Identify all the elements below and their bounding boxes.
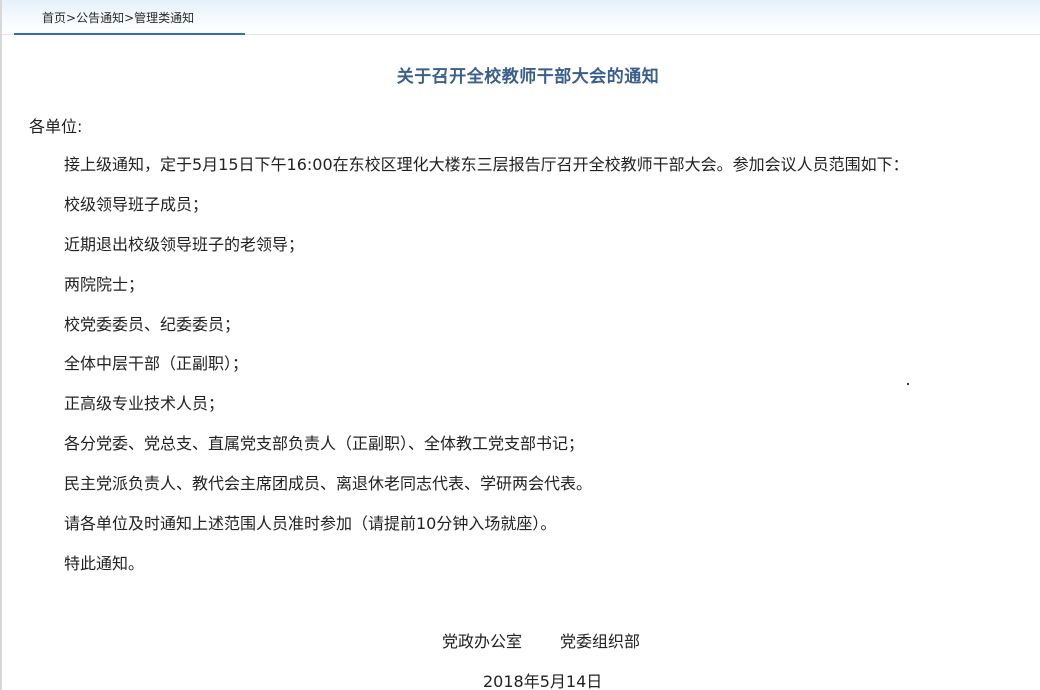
notice-paragraph: 校党委委员、纪委委员； <box>64 315 241 334</box>
notice-paragraph: 近期退出校级领导班子的老领导； <box>64 235 305 254</box>
notice-paragraph: 正高级专业技术人员； <box>64 394 225 413</box>
breadcrumb-separator: > <box>124 11 135 25</box>
breadcrumb-category-link[interactable]: 管理类通知 <box>134 11 194 25</box>
notice-paragraph: 请各单位及时通知上述范围人员准时参加（请提前10分钟入场就座）。 <box>64 514 557 533</box>
notice-paragraph: 校级领导班子成员； <box>64 195 209 214</box>
notice-paragraph: 特此通知。 <box>64 554 145 573</box>
notice-title: 关于召开全校教师干部大会的通知 <box>396 67 660 87</box>
notice-paragraph: 全体中层干部（正副职）； <box>64 354 249 373</box>
breadcrumb: 首页>公告通知>管理类通知 <box>42 9 194 26</box>
notice-page: 首页>公告通知>管理类通知 关于召开全校教师干部大会的通知 各单位: 接上级通知… <box>0 0 1040 690</box>
breadcrumb-underline <box>14 33 245 35</box>
notice-salutation: 各单位: <box>29 117 83 136</box>
stray-dot <box>907 383 909 385</box>
signature-date: 2018年5月14日 <box>483 672 603 690</box>
notice-paragraph: 两院院士； <box>64 275 145 294</box>
notice-paragraph: 各分党委、党总支、直属党支部负责人（正副职）、全体教工党支部书记； <box>64 434 585 453</box>
breadcrumb-separator: > <box>66 11 77 25</box>
breadcrumb-home-link[interactable]: 首页 <box>42 11 66 25</box>
notice-paragraph: 民主党派负责人、教代会主席团成员、离退休老同志代表、学研两会代表。 <box>64 474 593 493</box>
breadcrumb-section-link[interactable]: 公告通知 <box>76 11 124 25</box>
signature-office-1: 党政办公室 <box>442 632 523 651</box>
signature-office-2: 党委组织部 <box>560 632 641 651</box>
notice-paragraph: 接上级通知，定于5月15日下午16:00在东校区理化大楼东三层报告厅召开全校教师… <box>64 155 909 174</box>
